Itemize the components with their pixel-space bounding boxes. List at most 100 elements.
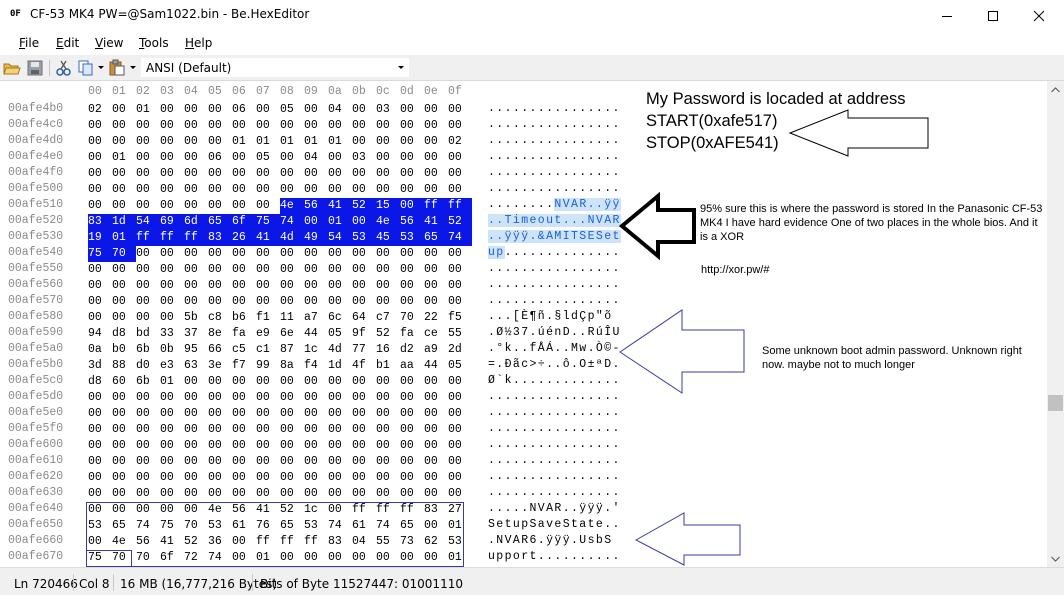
hex-byte[interactable]: 00 <box>400 374 422 390</box>
hex-byte[interactable]: 00 <box>256 166 278 182</box>
hex-byte[interactable]: 00 <box>448 422 470 438</box>
hex-byte[interactable]: 3e <box>208 358 230 374</box>
hex-byte[interactable]: 26 <box>232 230 256 246</box>
hex-byte[interactable]: 00 <box>160 390 182 406</box>
hex-byte[interactable]: 00 <box>376 262 398 278</box>
scroll-thumb[interactable] <box>1048 395 1063 411</box>
hex-byte[interactable]: 00 <box>160 198 182 214</box>
hex-byte[interactable]: 66 <box>208 342 230 358</box>
hex-byte[interactable]: 00 <box>136 454 158 470</box>
hex-byte[interactable]: 00 <box>88 470 110 486</box>
hex-byte[interactable]: 00 <box>400 294 422 310</box>
hex-byte[interactable]: 00 <box>160 166 182 182</box>
hex-byte[interactable]: 00 <box>256 470 278 486</box>
hex-byte[interactable]: 00 <box>184 294 206 310</box>
hex-byte[interactable]: 88 <box>112 358 134 374</box>
hex-byte[interactable]: 2d <box>448 342 470 358</box>
hex-byte[interactable]: 9f <box>352 326 374 342</box>
hex-byte[interactable]: 00 <box>112 486 134 502</box>
hex-byte[interactable]: 00 <box>184 150 206 166</box>
hex-byte[interactable]: 00 <box>304 438 326 454</box>
hex-byte[interactable]: 00 <box>280 118 302 134</box>
hex-byte[interactable]: 3d <box>88 358 110 374</box>
hex-byte[interactable]: 00 <box>328 118 350 134</box>
hex-byte[interactable]: 00 <box>400 262 422 278</box>
hex-byte[interactable]: 00 <box>256 278 278 294</box>
hex-byte[interactable]: 00 <box>448 262 470 278</box>
hex-byte[interactable]: 00 <box>352 406 374 422</box>
hex-byte[interactable]: 00 <box>160 486 182 502</box>
hex-byte[interactable]: 65 <box>208 214 232 230</box>
hex-byte[interactable]: 65 <box>112 518 134 534</box>
ascii-row[interactable]: .Ø½37.úénD..RúÎU <box>488 326 621 339</box>
hex-byte[interactable]: 00 <box>448 406 470 422</box>
hex-byte[interactable]: 00 <box>400 150 422 166</box>
ascii-row[interactable]: ................ <box>488 118 621 131</box>
ascii-row[interactable]: ................ <box>488 278 621 291</box>
hex-byte[interactable]: 4d <box>328 342 350 358</box>
hex-byte[interactable]: 11 <box>280 310 302 326</box>
hex-byte[interactable]: 00 <box>184 390 206 406</box>
hex-byte[interactable]: 64 <box>352 310 374 326</box>
hex-byte[interactable]: 00 <box>160 102 182 118</box>
hex-byte[interactable]: 00 <box>352 374 374 390</box>
hex-byte[interactable]: 70 <box>400 310 422 326</box>
hex-byte[interactable]: 00 <box>400 278 422 294</box>
hex-byte[interactable]: 00 <box>328 182 350 198</box>
hex-byte[interactable]: 00 <box>304 374 326 390</box>
hex-byte[interactable]: d2 <box>400 342 422 358</box>
hex-byte[interactable]: 00 <box>232 246 254 262</box>
scroll-up-button[interactable] <box>1047 81 1064 98</box>
hex-byte[interactable]: 6d <box>184 214 208 230</box>
hex-byte[interactable]: 00 <box>328 278 350 294</box>
hex-byte[interactable]: 00 <box>232 198 254 214</box>
hex-byte[interactable]: f7 <box>232 358 254 374</box>
hex-byte[interactable]: 05 <box>448 358 470 374</box>
menu-help[interactable]: Help <box>185 36 212 50</box>
hex-byte[interactable]: 00 <box>136 246 158 262</box>
hex-byte[interactable]: 00 <box>448 278 470 294</box>
hex-byte[interactable]: 00 <box>424 438 446 454</box>
hex-byte[interactable]: 56 <box>400 214 424 230</box>
hex-byte[interactable]: 4e <box>112 534 134 550</box>
hex-byte[interactable]: 75 <box>160 518 182 534</box>
hex-byte[interactable]: 6c <box>328 310 350 326</box>
hex-byte[interactable]: 00 <box>352 166 374 182</box>
hex-byte[interactable]: 03 <box>352 150 374 166</box>
hex-byte[interactable]: 53 <box>448 534 470 550</box>
hex-byte[interactable]: e9 <box>256 326 278 342</box>
hex-byte[interactable]: 00 <box>280 406 302 422</box>
hex-byte[interactable]: 00 <box>280 262 302 278</box>
hex-byte[interactable]: 00 <box>184 438 206 454</box>
hex-byte[interactable]: 00 <box>328 550 350 566</box>
hex-byte[interactable]: 00 <box>256 438 278 454</box>
hex-byte[interactable]: 00 <box>88 438 110 454</box>
hex-byte[interactable]: 1c <box>304 502 326 518</box>
hex-byte[interactable]: 55 <box>376 534 398 550</box>
hex-byte[interactable]: 70 <box>112 246 136 262</box>
hex-byte[interactable]: 00 <box>256 118 278 134</box>
hex-byte[interactable]: 00 <box>88 182 110 198</box>
hex-byte[interactable]: 00 <box>184 502 206 518</box>
hex-byte[interactable]: 05 <box>280 102 302 118</box>
hex-byte[interactable]: 01 <box>256 550 278 566</box>
hex-byte[interactable]: 00 <box>448 374 470 390</box>
ascii-row[interactable]: upport.......... <box>488 550 621 563</box>
hex-byte[interactable]: 00 <box>352 470 374 486</box>
hex-byte[interactable]: 00 <box>280 422 302 438</box>
hex-byte[interactable]: 00 <box>112 390 134 406</box>
hex-byte[interactable]: 00 <box>160 438 182 454</box>
hex-byte[interactable]: ff <box>424 198 448 214</box>
hex-byte[interactable]: c8 <box>208 310 230 326</box>
hex-byte[interactable]: a7 <box>304 310 326 326</box>
hex-byte[interactable]: 4e <box>280 198 304 214</box>
hex-byte[interactable]: 00 <box>424 166 446 182</box>
hex-byte[interactable]: 74 <box>280 214 304 230</box>
hex-byte[interactable]: 02 <box>448 134 470 150</box>
hex-byte[interactable]: 01 <box>448 518 470 534</box>
hex-byte[interactable]: 00 <box>448 118 470 134</box>
hex-byte[interactable]: 00 <box>424 374 446 390</box>
hex-byte[interactable]: 00 <box>208 118 230 134</box>
hex-byte[interactable]: ff <box>136 230 160 246</box>
encoding-select[interactable]: ANSI (Default) <box>141 58 409 77</box>
